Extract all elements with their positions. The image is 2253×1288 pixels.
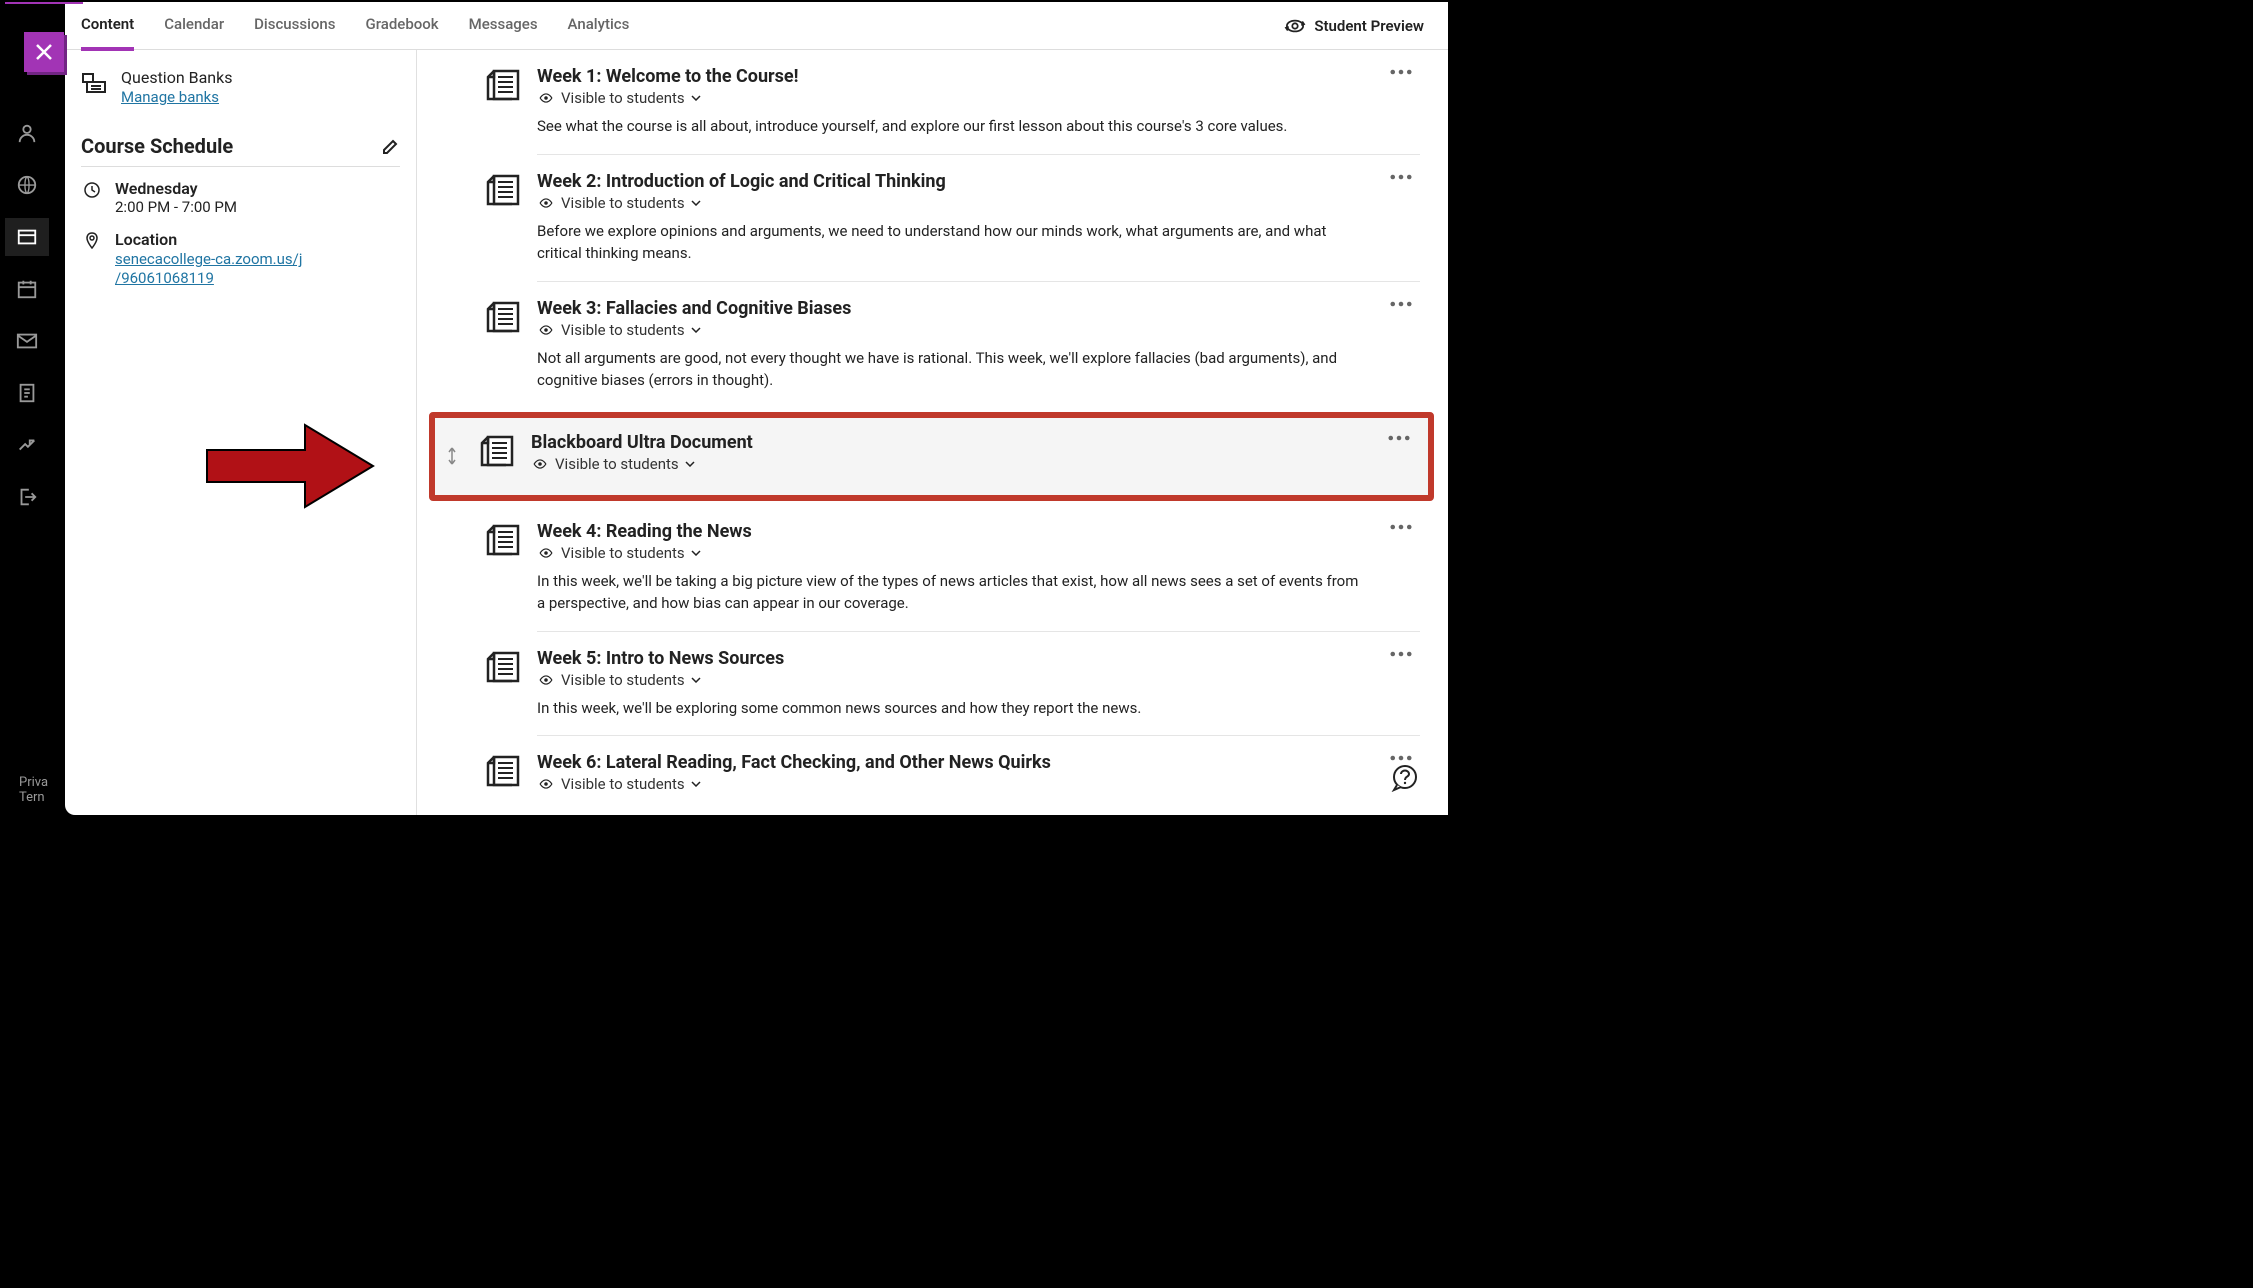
content-item-title[interactable]: Week 4: Reading the News	[537, 521, 1368, 542]
nav-activity-icon[interactable]	[16, 174, 38, 196]
chevron-down-icon	[691, 781, 701, 787]
visibility-selector[interactable]: Visible to students	[537, 775, 1368, 793]
nav-grades-icon[interactable]	[16, 382, 38, 404]
content-item-description: Before we explore opinions and arguments…	[537, 220, 1368, 265]
student-preview-label: Student Preview	[1314, 17, 1424, 35]
document-icon	[485, 298, 521, 334]
manage-banks-link[interactable]: Manage banks	[121, 88, 219, 106]
chevron-down-icon	[691, 550, 701, 556]
content-item-title[interactable]: Blackboard Ultra Document	[531, 432, 1366, 453]
clock-icon	[81, 179, 103, 199]
tab-messages[interactable]: Messages	[469, 1, 538, 51]
content-item-description: In this week, we'll be taking a big pict…	[537, 570, 1368, 615]
tab-calendar[interactable]: Calendar	[164, 1, 224, 51]
location-link[interactable]: senecacollege-ca.zoom.us/j/96061068119	[115, 250, 302, 287]
help-button[interactable]	[1390, 763, 1420, 793]
nav-courses-icon[interactable]	[16, 226, 38, 248]
content-item[interactable]: Week 5: Intro to News Sources Visible to…	[485, 632, 1420, 736]
item-options-button[interactable]	[1384, 648, 1418, 720]
content-item-title[interactable]: Week 6: Lateral Reading, Fact Checking, …	[537, 752, 1368, 773]
visibility-selector[interactable]: Visible to students	[537, 321, 1368, 339]
document-icon	[485, 752, 521, 788]
item-options-button[interactable]	[1384, 521, 1418, 615]
content-item[interactable]: Week 4: Reading the News Visible to stud…	[485, 505, 1420, 631]
location-label: Location	[115, 230, 302, 249]
close-panel-button[interactable]	[24, 32, 64, 72]
visibility-selector[interactable]: Visible to students	[537, 671, 1368, 689]
content-item-highlighted[interactable]: Blackboard Ultra Document Visible to stu…	[429, 412, 1434, 501]
content-item-description: Not all arguments are good, not every th…	[537, 347, 1368, 392]
visibility-selector[interactable]: Visible to students	[537, 194, 1368, 212]
document-icon	[485, 171, 521, 207]
tab-discussions[interactable]: Discussions	[254, 1, 335, 51]
document-icon	[485, 521, 521, 557]
chevron-down-icon	[691, 677, 701, 683]
item-options-button[interactable]	[1384, 298, 1418, 392]
edit-schedule-button[interactable]	[382, 137, 400, 155]
content-item-description: In this week, we'll be exploring some co…	[537, 697, 1368, 720]
tab-gradebook[interactable]: Gradebook	[366, 1, 439, 51]
chevron-down-icon	[691, 200, 701, 206]
schedule-day: Wednesday	[115, 179, 237, 198]
global-nav-rail: Priva Tern	[5, 2, 49, 815]
footer-privacy[interactable]: Priva	[19, 775, 48, 790]
content-item-title[interactable]: Week 1: Welcome to the Course!	[537, 66, 1368, 87]
location-pin-icon	[81, 230, 103, 250]
item-options-button[interactable]	[1384, 171, 1418, 265]
chevron-down-icon	[691, 95, 701, 101]
content-item[interactable]: Week 6: Lateral Reading, Fact Checking, …	[485, 736, 1420, 815]
visibility-selector[interactable]: Visible to students	[531, 455, 1366, 473]
chevron-down-icon	[691, 327, 701, 333]
content-item[interactable]: Week 3: Fallacies and Cognitive Biases V…	[485, 282, 1420, 408]
question-bank-icon	[81, 68, 109, 96]
course-schedule-heading: Course Schedule	[81, 134, 233, 158]
item-options-button[interactable]	[1384, 66, 1418, 138]
content-item[interactable]: Week 2: Introduction of Logic and Critic…	[485, 155, 1420, 281]
footer-terms[interactable]: Tern	[19, 790, 48, 805]
nav-profile-icon[interactable]	[16, 122, 38, 144]
document-icon	[485, 648, 521, 684]
content-item-title[interactable]: Week 2: Introduction of Logic and Critic…	[537, 171, 1368, 192]
visibility-selector[interactable]: Visible to students	[537, 544, 1368, 562]
content-item-title[interactable]: Week 3: Fallacies and Cognitive Biases	[537, 298, 1368, 319]
preview-refresh-icon	[1284, 17, 1306, 35]
student-preview-button[interactable]: Student Preview	[1284, 17, 1424, 35]
document-icon	[479, 432, 515, 468]
content-item-title[interactable]: Week 5: Intro to News Sources	[537, 648, 1368, 669]
content-item-description: See what the course is all about, introd…	[537, 115, 1368, 138]
question-banks-label: Question Banks	[121, 68, 233, 87]
chevron-down-icon	[685, 461, 695, 467]
tab-analytics[interactable]: Analytics	[568, 1, 630, 51]
nav-messages-icon[interactable]	[16, 330, 38, 352]
schedule-time: 2:00 PM - 7:00 PM	[115, 198, 237, 216]
nav-signout-icon[interactable]	[16, 486, 38, 508]
content-item[interactable]: Week 1: Welcome to the Course! Visible t…	[485, 50, 1420, 154]
visibility-selector[interactable]: Visible to students	[537, 89, 1368, 107]
annotation-arrow	[205, 420, 375, 512]
nav-tools-icon[interactable]	[16, 434, 38, 456]
document-icon	[485, 66, 521, 102]
course-top-nav: Content Calendar Discussions Gradebook Messa…	[65, 2, 1448, 50]
nav-calendar-icon[interactable]	[16, 278, 38, 300]
drag-handle-icon[interactable]	[445, 432, 463, 481]
item-options-button[interactable]	[1382, 432, 1416, 481]
tab-content[interactable]: Content	[81, 1, 134, 51]
